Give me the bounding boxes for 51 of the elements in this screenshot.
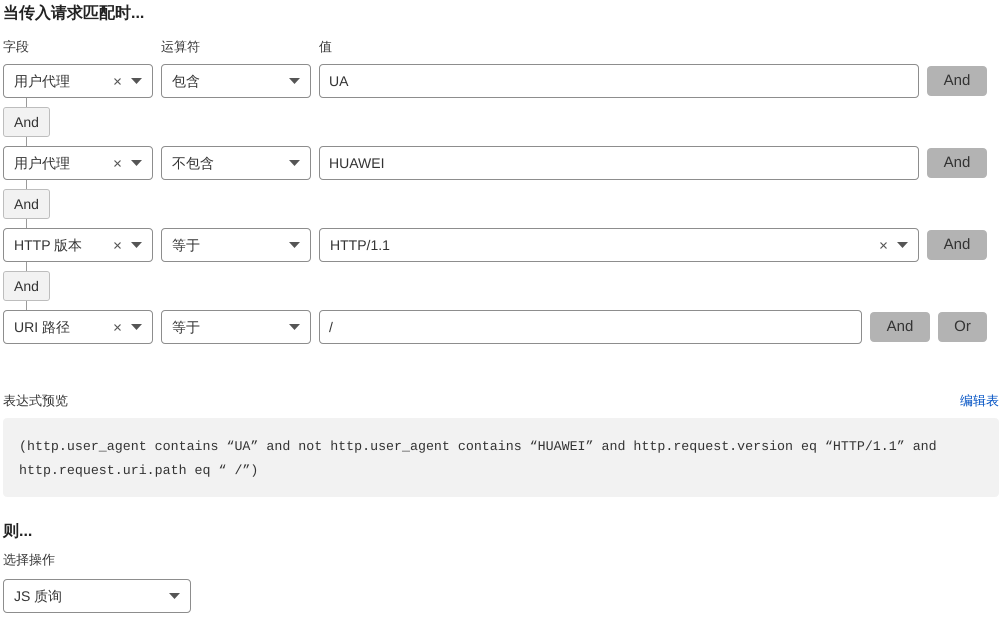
operator-select[interactable]: 包含 (161, 64, 311, 98)
operator-select[interactable]: 不包含 (161, 146, 311, 180)
connector-line (26, 98, 27, 107)
section-heading: 当传入请求匹配时... (3, 4, 146, 24)
caret-icon (169, 593, 180, 599)
clear-icon[interactable] (880, 242, 887, 248)
preview-label: 表达式预览 (3, 392, 68, 410)
value-input[interactable]: HUAWEI (319, 146, 919, 180)
field-select[interactable]: 用户代理 (3, 64, 153, 98)
and-button[interactable]: And (927, 66, 987, 96)
operator-select[interactable]: 等于 (161, 310, 311, 344)
connector-line (26, 180, 27, 189)
field-label: 选择操作 (3, 551, 56, 569)
clear-icon[interactable] (114, 324, 121, 330)
column-label: 字段 (3, 38, 30, 56)
caret-icon (897, 242, 908, 248)
connector-line (26, 137, 27, 146)
connector-line (26, 301, 27, 310)
field-select[interactable]: HTTP 版本 (3, 228, 153, 262)
join-button[interactable]: And (3, 271, 50, 301)
clear-icon[interactable] (114, 160, 121, 166)
caret-icon (131, 78, 142, 84)
caret-icon (289, 324, 300, 330)
connector-line (26, 219, 27, 228)
caret-icon (289, 242, 300, 248)
caret-icon (289, 78, 300, 84)
clear-icon[interactable] (114, 78, 121, 84)
field-select[interactable]: 用户代理 (3, 146, 153, 180)
and-button[interactable]: And (927, 148, 987, 178)
caret-icon (131, 160, 142, 166)
edit-link[interactable]: 编辑表 (960, 392, 999, 410)
caret-icon (289, 160, 300, 166)
and-button[interactable]: And (870, 312, 930, 342)
value-select[interactable]: HTTP/1.1 (319, 228, 919, 262)
action-select[interactable]: JS 质询 (3, 579, 191, 613)
column-label: 值 (319, 38, 332, 56)
value-input[interactable]: / (319, 310, 862, 344)
section-heading: 则... (3, 522, 34, 542)
value-input[interactable]: UA (319, 64, 919, 98)
join-button[interactable]: And (3, 189, 50, 219)
caret-icon (131, 242, 142, 248)
join-button[interactable]: And (3, 107, 50, 137)
or-button[interactable]: Or (938, 312, 987, 342)
and-button[interactable]: And (927, 230, 987, 260)
expression-preview: (http.user_agent contains “UA” and not http.user_agent contains “HUAWEI” and http.request.version eq “HTTP/1.1” and http.request.uri.path eq “ /”) (3, 418, 999, 497)
column-label: 运算符 (161, 38, 201, 56)
caret-icon (131, 324, 142, 330)
clear-icon[interactable] (114, 242, 121, 248)
connector-line (26, 262, 27, 271)
field-select[interactable]: URI 路径 (3, 310, 153, 344)
operator-select[interactable]: 等于 (161, 228, 311, 262)
